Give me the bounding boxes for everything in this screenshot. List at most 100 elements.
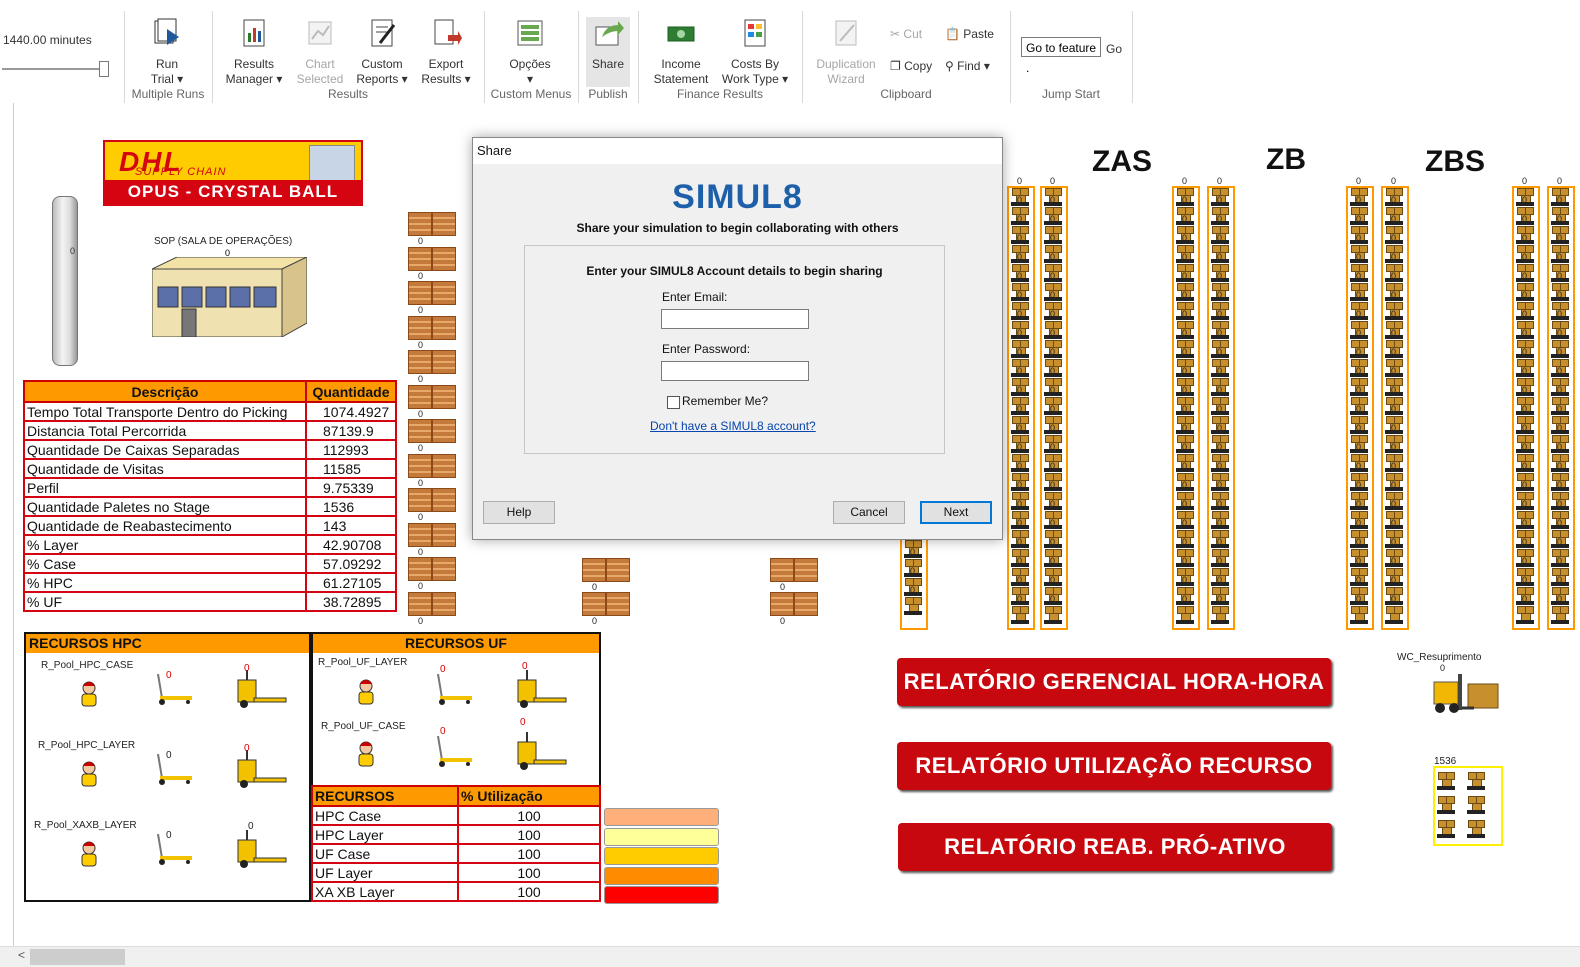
pallet-count: 0	[1182, 556, 1188, 566]
scroll-left-arrow-icon[interactable]: <	[18, 948, 25, 962]
worker-icon[interactable]	[355, 678, 377, 706]
queue-tube[interactable]	[52, 196, 78, 366]
jump-go-button[interactable]: Go	[1106, 42, 1122, 56]
share-button[interactable]: Share	[586, 17, 630, 87]
pallet-box-icon[interactable]	[1385, 606, 1403, 624]
cancel-button[interactable]: Cancel	[833, 501, 905, 524]
wooden-crate-icon[interactable]	[408, 281, 432, 305]
wooden-crate-icon[interactable]	[432, 212, 456, 236]
wooden-crate-icon[interactable]	[432, 557, 456, 581]
pallet-box-icon[interactable]	[1044, 606, 1062, 624]
help-button[interactable]: Help	[483, 501, 555, 524]
worker-icon[interactable]	[78, 760, 100, 788]
pallet-box-icon[interactable]	[1176, 606, 1194, 624]
stage-pallet-icon[interactable]	[1467, 772, 1485, 790]
income-statement-button[interactable]: Income Statement	[650, 17, 712, 87]
wooden-crate-icon[interactable]	[432, 419, 456, 443]
group-label-results: Results	[327, 87, 368, 101]
remember-me-checkbox[interactable]	[667, 396, 680, 409]
pallet-box-icon[interactable]	[1011, 606, 1029, 624]
wooden-crate-icon[interactable]	[408, 591, 432, 616]
wooden-crate-icon[interactable]	[408, 488, 432, 512]
horizontal-scrollbar[interactable]: <	[0, 946, 1580, 967]
wooden-crate-icon[interactable]	[432, 246, 456, 271]
wooden-crate-icon[interactable]	[408, 419, 432, 443]
wooden-crate-icon[interactable]	[408, 315, 432, 340]
run-length-slider-track[interactable]	[2, 68, 106, 70]
wooden-crate-icon[interactable]	[794, 558, 818, 582]
report-resource-utilization-button[interactable]: RELATÓRIO UTILIZAÇÃO RECURSO	[897, 742, 1331, 790]
wooden-crate-icon[interactable]	[770, 592, 794, 616]
copy-button[interactable]: ❐ Copy	[890, 57, 932, 75]
results-manager-button[interactable]: Results Manager ▾	[224, 17, 284, 87]
stage-pallet-icon[interactable]	[1437, 796, 1455, 814]
wooden-crate-icon[interactable]	[408, 350, 432, 374]
wooden-crate-icon[interactable]	[408, 522, 432, 547]
find-button[interactable]: ⚲ Find ▾	[945, 57, 990, 75]
costs-by-work-type-button[interactable]: Costs By Work Type ▾	[720, 17, 790, 87]
worker-icon[interactable]	[355, 740, 377, 768]
run-trial-button[interactable]: Run Trial ▾	[142, 17, 192, 87]
pallet-box-icon[interactable]	[904, 597, 922, 615]
pallet-box-icon[interactable]	[1516, 606, 1534, 624]
wooden-crate-icon[interactable]	[432, 522, 456, 547]
next-button[interactable]: Next	[920, 501, 992, 524]
wooden-crate-icon[interactable]	[432, 281, 456, 305]
wooden-crate-icon[interactable]	[794, 592, 818, 616]
wizard-icon	[835, 20, 857, 46]
forklift-icon[interactable]	[1428, 672, 1502, 716]
duplication-wizard-button[interactable]: Duplication Wizard	[814, 17, 878, 87]
custom-reports-button[interactable]: Custom Reports ▾	[354, 17, 410, 87]
wooden-crate-icon[interactable]	[770, 558, 794, 582]
wooden-crate-icon[interactable]	[432, 488, 456, 512]
email-field[interactable]	[661, 309, 809, 329]
scrollbar-thumb[interactable]	[30, 949, 125, 965]
cut-button[interactable]: ✂ Cut	[890, 25, 922, 43]
electric-pallet-truck-icon[interactable]	[514, 730, 568, 772]
paste-button[interactable]: 📋 Paste	[945, 25, 994, 43]
wooden-crate-icon[interactable]	[432, 591, 456, 616]
remember-me-label[interactable]: Remember Me?	[682, 394, 768, 408]
wooden-crate-icon[interactable]	[432, 350, 456, 374]
electric-pallet-truck-icon[interactable]	[514, 668, 568, 710]
wooden-crate-icon[interactable]	[408, 246, 432, 271]
wooden-crate-icon[interactable]	[408, 384, 432, 409]
pallet-jack-icon[interactable]	[152, 752, 194, 786]
sop-building-icon[interactable]	[152, 257, 307, 337]
wooden-crate-icon[interactable]	[432, 315, 456, 340]
pallet-jack-icon[interactable]	[152, 672, 194, 706]
stage-pallet-icon[interactable]	[1437, 820, 1455, 838]
wooden-crate-icon[interactable]	[606, 592, 630, 616]
pallet-jack-icon[interactable]	[432, 672, 474, 706]
electric-pallet-truck-icon[interactable]	[234, 748, 288, 790]
run-length-slider-thumb[interactable]	[99, 61, 109, 77]
report-proactive-replenishment-button[interactable]: RELATÓRIO REAB. PRÓ-ATIVO	[898, 823, 1332, 871]
worker-icon[interactable]	[78, 840, 100, 868]
stage-pallet-icon[interactable]	[1437, 772, 1455, 790]
pallet-box-icon[interactable]	[1551, 606, 1569, 624]
report-hourly-button[interactable]: RELATÓRIO GERENCIAL HORA-HORA	[897, 658, 1331, 706]
wooden-crate-icon[interactable]	[432, 384, 456, 409]
wooden-crate-icon[interactable]	[606, 558, 630, 582]
wooden-crate-icon[interactable]	[408, 453, 432, 478]
create-account-link[interactable]: Don't have a SIMUL8 account?	[650, 419, 816, 433]
chart-selected-button[interactable]: Chart Selected	[292, 17, 348, 87]
wooden-crate-icon[interactable]	[408, 212, 432, 236]
electric-pallet-truck-icon[interactable]	[234, 828, 288, 870]
pallet-jack-icon[interactable]	[432, 734, 474, 768]
jump-to-feature-input[interactable]: Go to feature .	[1021, 37, 1101, 75]
stage-pallet-icon[interactable]	[1467, 820, 1485, 838]
stage-pallet-icon[interactable]	[1467, 796, 1485, 814]
pallet-box-icon[interactable]	[1350, 606, 1368, 624]
opcoes-button[interactable]: Opções ▾	[504, 17, 556, 87]
pallet-box-icon[interactable]	[1211, 606, 1229, 624]
wooden-crate-icon[interactable]	[408, 557, 432, 581]
pallet-jack-icon[interactable]	[152, 832, 194, 866]
wooden-crate-icon[interactable]	[582, 592, 606, 616]
electric-pallet-truck-icon[interactable]	[234, 668, 288, 710]
wooden-crate-icon[interactable]	[582, 558, 606, 582]
wooden-crate-icon[interactable]	[432, 453, 456, 478]
export-results-button[interactable]: Export Results ▾	[416, 17, 476, 87]
password-field[interactable]	[661, 361, 809, 381]
worker-icon[interactable]	[78, 680, 100, 708]
